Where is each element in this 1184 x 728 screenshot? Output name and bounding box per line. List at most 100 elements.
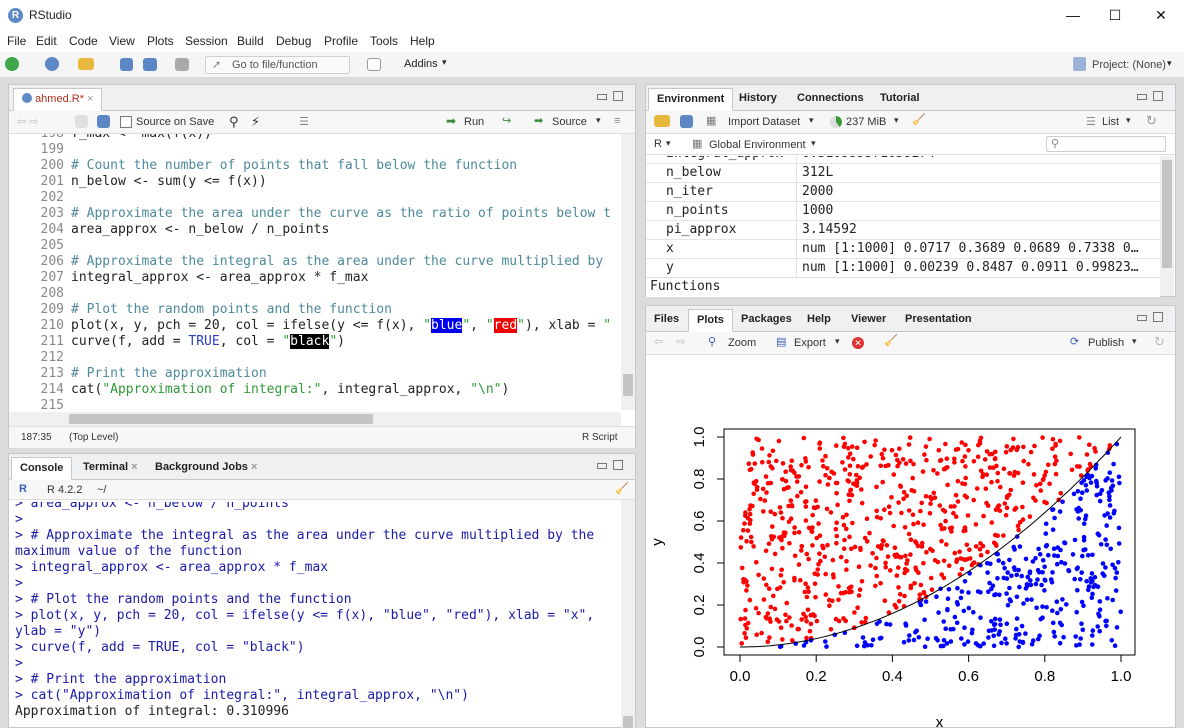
working-dir[interactable]: ~/ bbox=[97, 484, 106, 496]
env-row[interactable]: n_iter 2000 bbox=[646, 183, 1160, 202]
addins-menu[interactable]: Addins bbox=[404, 58, 438, 70]
refresh-icon[interactable]: ↻ bbox=[1146, 113, 1157, 129]
vertical-scrollbar[interactable] bbox=[1160, 156, 1174, 296]
chevron-down-icon[interactable]: ▾ bbox=[1167, 58, 1172, 69]
save-workspace-icon[interactable] bbox=[680, 115, 693, 128]
view-mode-select[interactable]: List bbox=[1102, 116, 1119, 128]
new-file-icon[interactable] bbox=[5, 57, 19, 71]
tab-packages[interactable]: Packages bbox=[733, 309, 800, 332]
scrollbar-thumb[interactable] bbox=[1162, 160, 1172, 268]
refresh-icon[interactable]: ↻ bbox=[1154, 334, 1165, 350]
tab-connections[interactable]: Connections bbox=[789, 88, 872, 111]
maximize-icon[interactable]: ☐ bbox=[1100, 5, 1130, 25]
menu-profile[interactable]: Profile bbox=[324, 34, 358, 48]
save-icon[interactable] bbox=[120, 58, 133, 71]
grid-layout-icon[interactable] bbox=[367, 58, 381, 71]
menu-session[interactable]: Session bbox=[185, 34, 228, 48]
rerun-icon[interactable]: ↪ bbox=[502, 114, 511, 127]
chevron-down-icon[interactable]: ▾ bbox=[596, 115, 601, 126]
memory-usage[interactable]: 237 MiB bbox=[846, 116, 886, 128]
code-editor[interactable]: 198 f_max <- max(f(x)) 199200 # Count the n… bbox=[9, 134, 619, 414]
menu-debug[interactable]: Debug bbox=[276, 34, 311, 48]
minimize-pane-icon[interactable] bbox=[597, 463, 607, 469]
chevron-down-icon[interactable]: ▾ bbox=[1126, 115, 1131, 126]
tab-files[interactable]: Files bbox=[646, 309, 687, 332]
maximize-pane-icon[interactable] bbox=[1153, 312, 1163, 322]
close-icon[interactable]: ✕ bbox=[1146, 5, 1176, 25]
chevron-down-icon[interactable]: ▾ bbox=[1132, 336, 1137, 347]
project-menu[interactable]: Project: (None) bbox=[1092, 59, 1166, 71]
menu-code[interactable]: Code bbox=[69, 34, 98, 48]
tab-environment[interactable]: Environment bbox=[648, 88, 734, 111]
vertical-scrollbar[interactable] bbox=[621, 134, 635, 410]
back-icon[interactable]: ⇦ ⇨ bbox=[17, 115, 39, 128]
tab-ahmed-r[interactable]: ahmed.R* × bbox=[13, 88, 103, 111]
chevron-down-icon[interactable]: ▾ bbox=[809, 115, 814, 126]
show-in-window-icon[interactable] bbox=[75, 115, 88, 128]
search-icon[interactable]: ⚲ bbox=[229, 114, 239, 130]
scope-indicator[interactable]: (Top Level) bbox=[69, 432, 118, 443]
horizontal-scrollbar[interactable] bbox=[9, 412, 621, 426]
source-on-save-checkbox[interactable] bbox=[120, 116, 132, 128]
file-type-indicator[interactable]: R Script bbox=[582, 432, 618, 443]
minimize-pane-icon[interactable] bbox=[597, 94, 607, 100]
env-row[interactable]: integral_approx 0.310999571059274 bbox=[646, 156, 1160, 164]
open-folder-icon[interactable] bbox=[78, 58, 94, 70]
chevron-down-icon[interactable]: ▾ bbox=[835, 336, 840, 347]
env-row[interactable]: n_below 312L bbox=[646, 164, 1160, 183]
console-output[interactable]: > area_approx <- n_below / n_points > > # … bbox=[9, 502, 619, 728]
scrollbar-thumb[interactable] bbox=[623, 374, 633, 396]
tab-terminal[interactable]: Terminal × bbox=[75, 457, 146, 480]
tab-plots[interactable]: Plots bbox=[688, 309, 733, 332]
chevron-down-icon[interactable]: ▾ bbox=[811, 138, 816, 149]
minimize-pane-icon[interactable] bbox=[1137, 315, 1147, 321]
env-search-input[interactable]: ⚲ bbox=[1046, 136, 1166, 152]
prev-plot-icon[interactable]: ⇦ bbox=[654, 335, 663, 348]
menu-view[interactable]: View bbox=[109, 34, 135, 48]
save-all-icon[interactable] bbox=[143, 58, 157, 71]
vertical-scrollbar[interactable] bbox=[621, 500, 635, 728]
clear-workspace-icon[interactable]: 🧹 bbox=[912, 113, 926, 126]
close-tab-icon[interactable]: × bbox=[87, 93, 93, 105]
maximize-pane-icon[interactable] bbox=[613, 91, 623, 101]
tab-history[interactable]: History bbox=[731, 88, 785, 111]
print-icon[interactable] bbox=[175, 58, 189, 71]
compile-report-icon[interactable]: ☰ bbox=[299, 115, 309, 128]
scrollbar-thumb[interactable] bbox=[623, 716, 633, 728]
env-row[interactable]: pi_approx 3.14592 bbox=[646, 221, 1160, 240]
clear-plots-icon[interactable]: 🧹 bbox=[884, 334, 898, 347]
magic-wand-icon[interactable]: ⚡ bbox=[251, 114, 260, 130]
minimize-pane-icon[interactable] bbox=[1137, 94, 1147, 100]
tab-tutorial[interactable]: Tutorial bbox=[872, 88, 928, 111]
menu-tools[interactable]: Tools bbox=[370, 34, 398, 48]
chevron-down-icon[interactable]: ▾ bbox=[666, 138, 671, 149]
next-plot-icon[interactable]: ⇨ bbox=[676, 335, 685, 348]
export-button[interactable]: Export bbox=[794, 337, 826, 349]
import-dataset-button[interactable]: Import Dataset bbox=[728, 116, 800, 128]
env-row[interactable]: y num [1:1000] 0.00239 0.8487 0.0911 0.99… bbox=[646, 259, 1160, 278]
chevron-down-icon[interactable]: ▾ bbox=[442, 57, 447, 68]
scope-select[interactable]: Global Environment bbox=[709, 139, 806, 151]
remove-plot-icon[interactable]: ✕ bbox=[852, 337, 864, 349]
tab-viewer[interactable]: Viewer bbox=[843, 309, 894, 332]
tab-help[interactable]: Help bbox=[799, 309, 839, 332]
minimize-icon[interactable]: — bbox=[1058, 5, 1088, 25]
menu-file[interactable]: File bbox=[7, 34, 26, 48]
run-button[interactable]: Run bbox=[464, 116, 484, 128]
menu-edit[interactable]: Edit bbox=[36, 34, 57, 48]
clear-console-icon[interactable]: 🧹 bbox=[615, 482, 629, 495]
env-row[interactable]: n_points 1000 bbox=[646, 202, 1160, 221]
tab-presentation[interactable]: Presentation bbox=[897, 309, 980, 332]
language-select[interactable]: R bbox=[654, 138, 662, 150]
menu-plots[interactable]: Plots bbox=[147, 34, 174, 48]
env-row[interactable]: x num [1:1000] 0.0717 0.3689 0.0689 0.733… bbox=[646, 240, 1160, 259]
menu-build[interactable]: Build bbox=[237, 34, 264, 48]
maximize-pane-icon[interactable] bbox=[1153, 91, 1163, 101]
tab-background-jobs[interactable]: Background Jobs × bbox=[147, 457, 265, 480]
scrollbar-thumb[interactable] bbox=[69, 414, 373, 424]
tab-console[interactable]: Console bbox=[11, 457, 73, 480]
new-project-icon[interactable] bbox=[45, 57, 59, 71]
source-button[interactable]: Source bbox=[552, 116, 587, 128]
maximize-pane-icon[interactable] bbox=[613, 460, 623, 470]
chevron-down-icon[interactable]: ▾ bbox=[894, 115, 899, 126]
